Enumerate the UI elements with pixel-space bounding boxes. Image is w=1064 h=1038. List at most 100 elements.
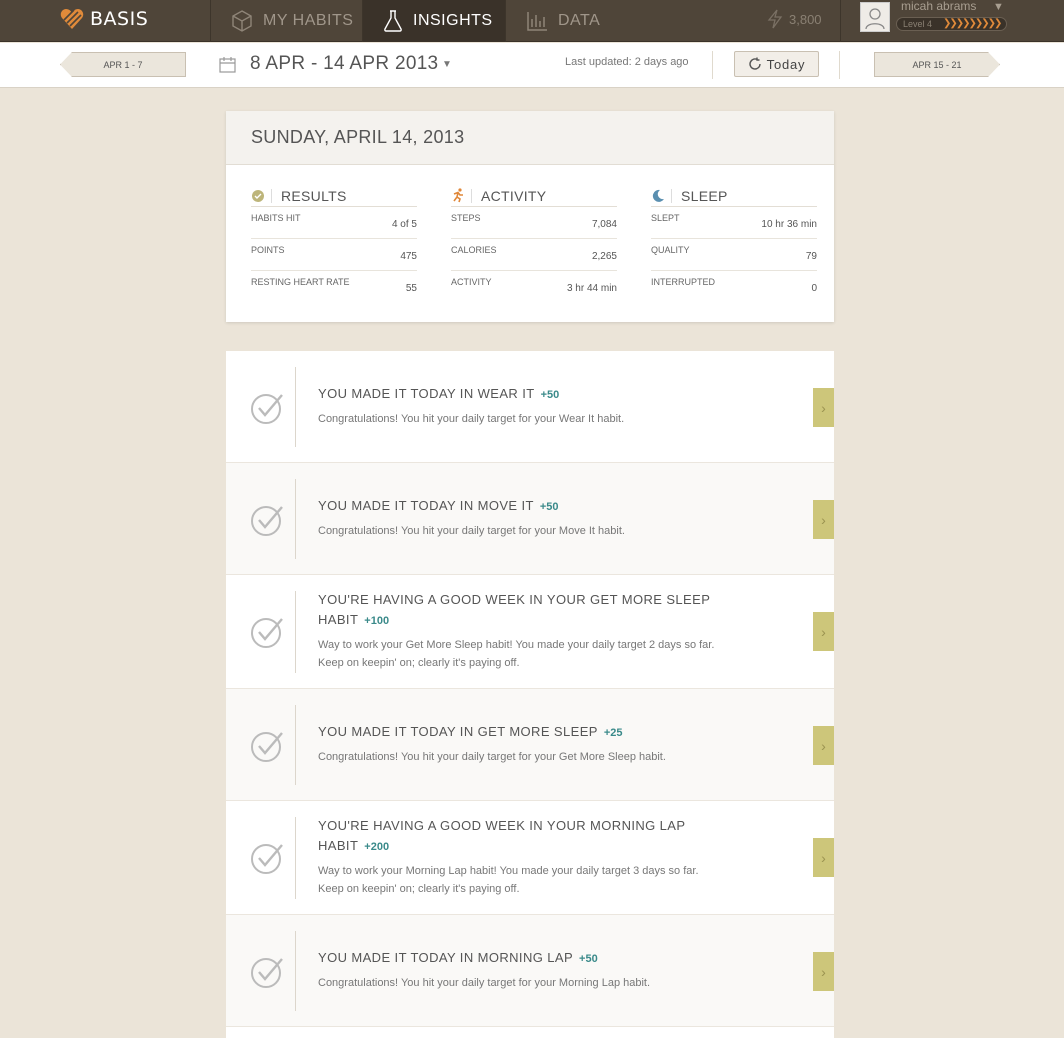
stat-value: 475 [400,251,417,262]
insight-description: Congratulations! You hit your daily targ… [318,751,666,763]
insight-title: YOU MADE IT TODAY IN MORNING LAP +50 [318,948,728,969]
list-item[interactable]: YOU MADE IT TODAY IN MORNING LAP +50 Cong… [226,915,834,1027]
stat-label: INTERRUPTED [651,277,716,287]
stat-value: 3 hr 44 min [566,283,617,294]
insights-list: YOU MADE IT TODAY IN WEAR IT +50 Congratu… [226,351,834,1038]
list-item[interactable]: YOU'RE HAVING A GOOD WEEK IN YOUR MORNIN… [226,801,834,915]
stat-row: CALORIES 2,265 [451,239,617,271]
insight-description: Way to work your Morning Lap habit! You … [318,865,699,895]
today-button[interactable]: Today [734,51,819,77]
stat-label: CALORIES [451,245,497,255]
calendar-icon[interactable] [219,56,236,73]
basis-logo[interactable]: BASIS [60,4,148,34]
insight-title: YOU MADE IT TODAY IN MOVE IT +50 [318,496,728,517]
list-item[interactable]: YOU MADE IT TODAY IN WEAR IT +50 Congratu… [226,351,834,463]
refresh-icon [748,57,761,70]
tab-my-habits[interactable]: MY HABITS [210,0,362,42]
sleep-column: SLEEP SLEPT 10 hr 36 min QUALITY 79 INTERR… [651,185,817,303]
column-header: ACTIVITY [451,185,617,207]
expand-arrow-button[interactable]: › [813,838,834,877]
chevron-right-icon: › [821,963,826,980]
expand-arrow-button[interactable]: › [813,388,834,427]
column-title: RESULTS [281,187,347,204]
list-item[interactable]: YOU MADE IT TODAY IN GET MORE SLEEP +25 C… [226,689,834,801]
basis-heart-icon [60,9,84,29]
stat-row: STEPS 7,084 [451,207,617,239]
stat-row: ACTIVITY 3 hr 44 min [451,271,617,303]
level-chevrons-icon: ❯❯❯❯❯❯❯❯❯ [943,18,1002,29]
column-title: ACTIVITY [481,187,547,204]
stat-value: 79 [805,251,817,262]
insight-title: YOU MADE IT TODAY IN WEAR IT +50 [318,384,728,405]
check-circle-icon [251,958,283,988]
username[interactable]: micah abrams [901,0,976,13]
list-item[interactable]: YOU'RE HAVING A GOOD WEEK IN YOUR GET MO… [226,575,834,689]
next-week-button[interactable]: APR 15 - 21 [874,52,1000,77]
column-title: SLEEP [681,187,728,204]
stat-row: SLEPT 10 hr 36 min [651,207,817,239]
insight-points: +200 [364,841,390,853]
expand-arrow-button[interactable]: › [813,612,834,651]
divider [271,188,272,203]
points-counter: 3,800 [767,8,822,30]
stat-row: INTERRUPTED 0 [651,271,817,303]
check-circle-icon [251,506,283,536]
check-circle-icon [251,394,283,424]
lightning-icon [767,9,783,29]
divider [471,188,472,203]
chevron-down-icon[interactable]: ▼ [442,59,452,70]
divider [840,0,841,42]
stat-label: SLEPT [651,213,680,223]
insight-description: Congratulations! You hit your daily targ… [318,525,625,537]
tab-label: DATA [558,12,601,29]
points-value: 3,800 [789,11,822,27]
date-range-title[interactable]: 8 APR - 14 APR 2013 [250,53,438,75]
insight-points: +50 [579,953,598,965]
stat-value: 55 [405,283,417,294]
chevron-right-icon: › [821,849,826,866]
divider [295,817,296,899]
tab-label: MY HABITS [263,12,354,29]
check-circle-icon [251,844,283,874]
moon-icon [651,189,671,203]
tab-insights[interactable]: INSIGHTS [362,0,505,42]
stat-label: STEPS [451,213,481,223]
chevron-down-icon[interactable]: ▼ [993,1,1004,13]
stat-row: POINTS 475 [251,239,417,271]
column-header: SLEEP [651,185,817,207]
bar-chart-icon [527,12,547,31]
stat-label: HABITS HIT [251,213,301,223]
insight-points: +50 [539,501,559,513]
last-updated-text: Last updated: 2 days ago [565,56,689,68]
runner-icon [451,188,471,203]
expand-arrow-button[interactable]: › [813,726,834,765]
checkmark-badge-icon [251,189,271,203]
avatar[interactable] [860,2,890,32]
chevron-right-icon: › [821,737,826,754]
day-summary-card: SUNDAY, APRIL 14, 2013 RESULTS HABITS HI… [226,111,834,322]
expand-arrow-button[interactable]: › [813,500,834,539]
list-item [226,1027,834,1038]
results-column: RESULTS HABITS HIT 4 of 5 POINTS 475 RESTI… [251,185,417,303]
prev-week-button[interactable]: APR 1 - 7 [60,52,186,77]
column-header: RESULTS [251,185,417,207]
stat-row: HABITS HIT 4 of 5 [251,207,417,239]
list-item[interactable]: YOU MADE IT TODAY IN MOVE IT +50 Congratu… [226,463,834,575]
expand-arrow-button[interactable]: › [813,952,834,991]
stat-label: POINTS [251,245,285,255]
divider [839,51,840,79]
chevron-right-icon: › [821,511,826,528]
stat-value: 0 [811,283,817,294]
stat-row: RESTING HEART RATE 55 [251,271,417,303]
stat-label: QUALITY [651,245,690,255]
tab-label: INSIGHTS [413,12,493,29]
insight-title: YOU MADE IT TODAY IN GET MORE SLEEP +25 [318,722,728,743]
check-circle-icon [251,732,283,762]
divider [671,188,672,203]
insight-title-text: YOU MADE IT TODAY IN WEAR IT [318,386,535,401]
stat-value: 2,265 [591,251,617,262]
tab-data[interactable]: DATA [505,0,625,42]
divider [295,705,296,785]
divider [295,591,296,673]
insight-title-text: YOU MADE IT TODAY IN MOVE IT [318,498,534,513]
